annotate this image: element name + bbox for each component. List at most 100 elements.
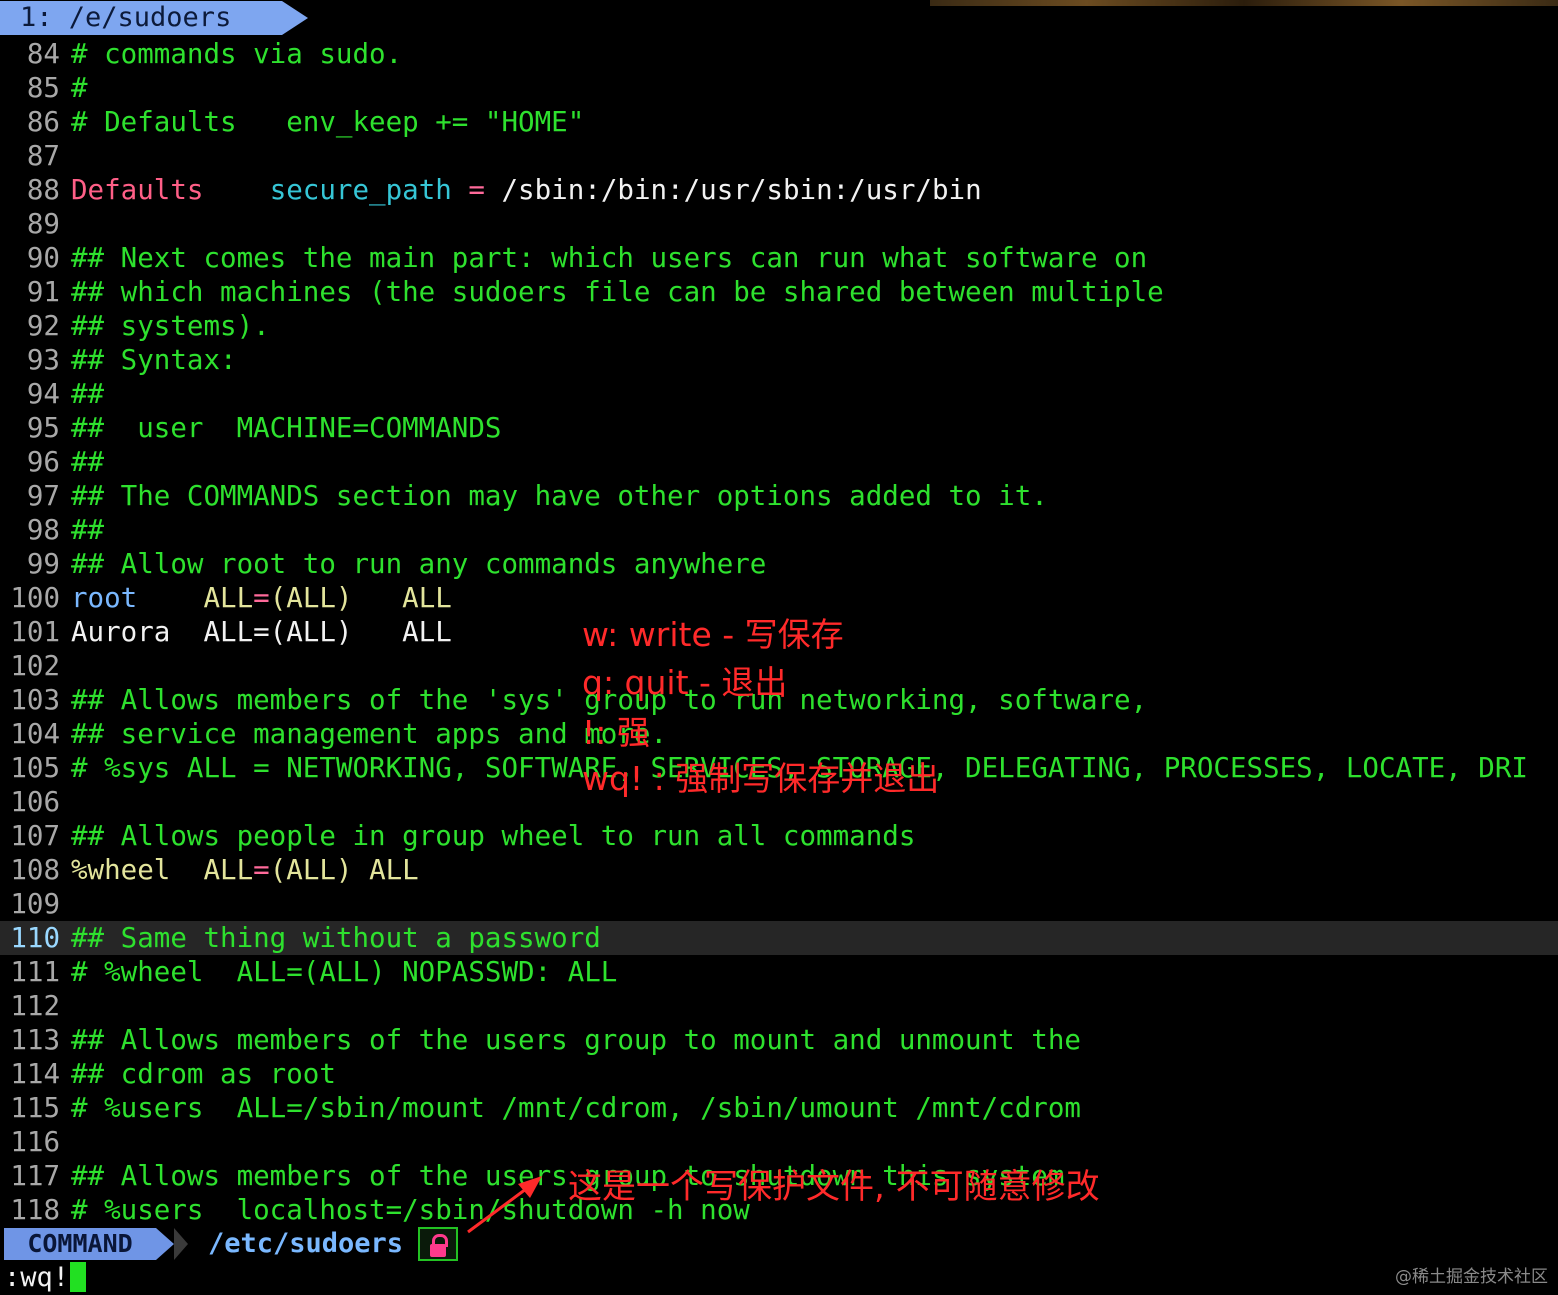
line-84[interactable]: 84 # commands via sudo. [0, 37, 1558, 71]
line-text: ALL [203, 854, 254, 886]
line-text: ## systems). [71, 310, 270, 342]
line-number: 110 [10, 922, 60, 954]
line-text [353, 854, 370, 886]
line-number: 103 [10, 684, 60, 716]
line-114[interactable]: 114 ## cdrom as root [0, 1057, 1558, 1091]
line-107[interactable]: 107 ## Allows people in group wheel to ru… [0, 819, 1558, 853]
line-111[interactable]: 111 # %wheel ALL=(ALL) NOPASSWD: ALL [0, 955, 1558, 989]
line-text: ## Allow root to run any commands anywhe… [71, 548, 767, 580]
line-text: # Defaults env_keep += "HOME" [71, 106, 585, 138]
line-86[interactable]: 86 # Defaults env_keep += "HOME" [0, 105, 1558, 139]
line-99[interactable]: 99 ## Allow root to run any commands anyw… [0, 547, 1558, 581]
line-97[interactable]: 97 ## The COMMANDS section may have other… [0, 479, 1558, 513]
line-text [170, 854, 203, 886]
watermark: @稀土掘金技术社区 [1395, 1267, 1548, 1287]
line-text: = [253, 582, 270, 614]
line-91[interactable]: 91 ## which machines (the sudoers file ca… [0, 275, 1558, 309]
line-number: 94 [26, 378, 60, 410]
line-93[interactable]: 93 ## Syntax: [0, 343, 1558, 377]
line-95[interactable]: 95 ## user MACHINE=COMMANDS [0, 411, 1558, 445]
line-text: = [253, 854, 270, 886]
line-number: 87 [26, 140, 60, 172]
line-number: 84 [26, 38, 60, 70]
line-87[interactable]: 87 [0, 139, 1558, 173]
line-96[interactable]: 96 ## [0, 445, 1558, 479]
line-text: ## Allows people in group wheel to run a… [71, 820, 916, 852]
line-112[interactable]: 112 [0, 989, 1558, 1023]
line-text: # %users ALL=/sbin/mount /mnt/cdrom, /sb… [71, 1092, 1081, 1124]
line-number: 108 [10, 854, 60, 886]
line-113[interactable]: 113 ## Allows members of the users group … [0, 1023, 1558, 1057]
line-text [353, 582, 403, 614]
line-text: (ALL) [269, 582, 353, 614]
line-number: 95 [26, 412, 60, 444]
line-number: 112 [10, 990, 60, 1022]
line-text: ## Same thing without a password [71, 922, 601, 954]
line-85[interactable]: 85 # [0, 71, 1558, 105]
line-104[interactable]: 104 ## service management apps and more. [0, 717, 1558, 751]
line-number: 111 [10, 956, 60, 988]
line-text: ## Next comes the main part: which users… [71, 242, 1148, 274]
line-number: 98 [26, 514, 60, 546]
vim-terminal[interactable]: 1: /e/sudoers 84 # commands via sudo. 85 #8… [0, 0, 1558, 1295]
line-text: ## cdrom as root [71, 1058, 336, 1090]
line-94[interactable]: 94 ## [0, 377, 1558, 411]
tab-arrow-icon [282, 1, 308, 35]
line-text: ## [71, 378, 105, 410]
line-text: ## Allows members of the users group to … [71, 1024, 1081, 1056]
line-92[interactable]: 92 ## systems). [0, 309, 1558, 343]
line-108[interactable]: 108 %wheel ALL=(ALL) ALL [0, 853, 1558, 887]
line-number: 106 [10, 786, 60, 818]
line-text: = [468, 174, 485, 206]
line-number: 113 [10, 1024, 60, 1056]
separator-arrow-icon [174, 1228, 188, 1260]
statusline: COMMAND /etc/sudoers [0, 1226, 1558, 1262]
line-number: 102 [10, 650, 60, 682]
line-text: ## [71, 446, 105, 478]
line-115[interactable]: 115 # %users ALL=/sbin/mount /mnt/cdrom, … [0, 1091, 1558, 1125]
line-number: 85 [26, 72, 60, 104]
line-text [452, 174, 469, 206]
line-text: Aurora ALL=(ALL) ALL [71, 616, 452, 648]
line-text: ALL [402, 582, 452, 614]
annotation-write: w: write - 写保存 [582, 615, 844, 654]
line-number: 104 [10, 718, 60, 750]
line-number: 96 [26, 446, 60, 478]
command-line[interactable]: :wq! [0, 1262, 704, 1294]
tabline: 1: /e/sudoers [0, 0, 1558, 36]
line-text: ALL [369, 854, 419, 886]
line-text: # %wheel ALL=(ALL) NOPASSWD: ALL [71, 956, 618, 988]
line-109[interactable]: 109 [0, 887, 1558, 921]
annotation-arrow-icon [467, 1176, 542, 1234]
annotation-readonly-note: 这是一个写保护文件, 不可随意修改 [568, 1167, 1100, 1207]
line-number: 109 [10, 888, 60, 920]
line-number: 89 [26, 208, 60, 240]
line-text: root [71, 582, 138, 614]
line-116[interactable]: 116 [0, 1125, 1558, 1159]
line-89[interactable]: 89 [0, 207, 1558, 241]
line-number: 92 [26, 310, 60, 342]
line-100[interactable]: 100 root ALL=(ALL) ALL [0, 581, 1558, 615]
line-98[interactable]: 98 ## [0, 513, 1558, 547]
line-number: 117 [10, 1160, 60, 1192]
command-text: :wq! [4, 1262, 70, 1293]
window-background-strip [930, 0, 1558, 6]
line-90[interactable]: 90 ## Next comes the main part: which use… [0, 241, 1558, 275]
line-number: 93 [26, 344, 60, 376]
statusline-filename: /etc/sudoers [208, 1228, 404, 1259]
annotation-force: !: 强 [582, 713, 650, 752]
line-text: ## service management apps and more. [71, 718, 668, 750]
line-text: ## [71, 514, 105, 546]
buffer-tab[interactable]: 1: /e/sudoers [0, 1, 282, 35]
line-110[interactable]: 110 ## Same thing without a password [0, 921, 1558, 955]
line-text: /sbin:/bin:/usr/sbin:/usr/bin [484, 174, 982, 206]
line-text: ## which machines (the sudoers file can … [71, 276, 1164, 308]
line-number: 118 [10, 1194, 60, 1226]
line-number: 115 [10, 1092, 60, 1124]
line-number: 116 [10, 1126, 60, 1158]
line-number: 107 [10, 820, 60, 852]
line-number: 90 [26, 242, 60, 274]
line-number: 88 [26, 174, 60, 206]
cursor [70, 1262, 87, 1292]
line-88[interactable]: 88 Defaults secure_path = /sbin:/bin:/usr… [0, 173, 1558, 207]
